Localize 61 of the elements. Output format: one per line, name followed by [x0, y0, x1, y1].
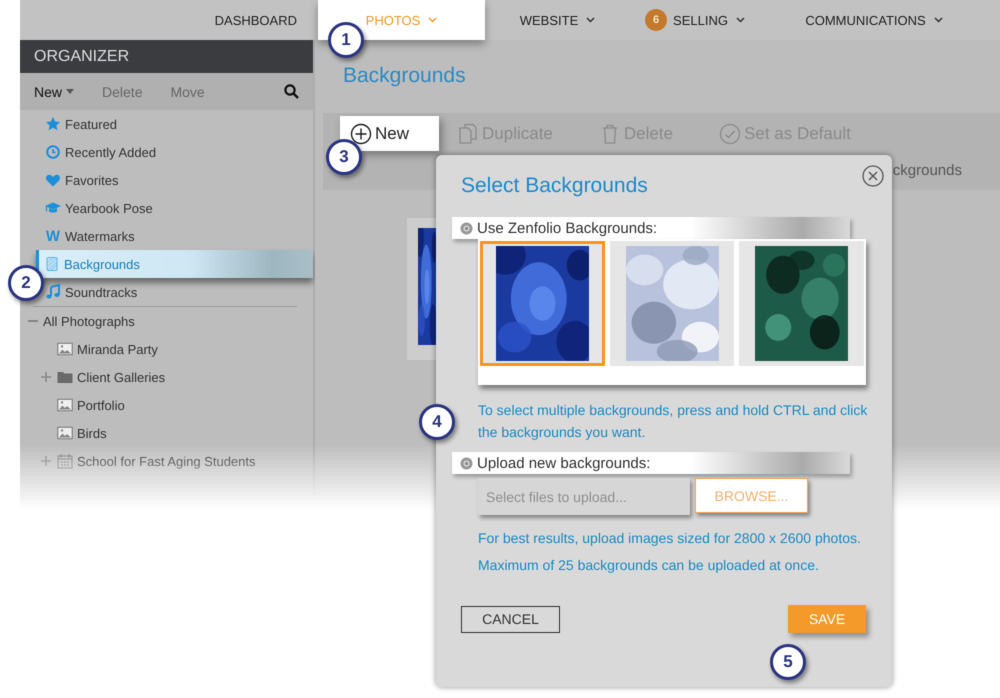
- plus-circle-icon: [350, 122, 372, 144]
- image-icon: [57, 397, 73, 413]
- nav-tab[interactable]: WEBSITE: [504, 0, 612, 40]
- sidebar-item[interactable]: Featured: [45, 110, 313, 138]
- striped-page-icon: [44, 256, 60, 272]
- tree-item[interactable]: School for Fast Aging Students: [20, 447, 313, 475]
- chevron-down-icon: [736, 17, 745, 23]
- background-tile[interactable]: [739, 241, 864, 366]
- count-badge: 6: [645, 9, 668, 31]
- star-icon: [45, 116, 61, 132]
- sidebar-item[interactable]: Favorites: [45, 166, 313, 194]
- folder-icon: [57, 369, 73, 385]
- chevron-down-icon: [934, 17, 943, 23]
- note-text: Maximum of 25 backgrounds can be uploaded at once.: [478, 556, 820, 575]
- section-header: Upload new backgrounds:: [452, 452, 850, 474]
- section-header: Use Zenfolio Backgrounds:: [452, 217, 850, 239]
- sidebar-item[interactable]: Recently Added: [45, 138, 313, 166]
- sidebar-item[interactable]: Yearbook Pose: [45, 194, 313, 222]
- calendar-icon: [57, 453, 73, 469]
- clock-icon: [45, 144, 61, 160]
- check-circle-icon: [719, 122, 742, 144]
- search-icon: [284, 84, 299, 99]
- nav-tab[interactable]: 6 SELLING: [629, 0, 761, 40]
- file-input-field[interactable]: Select files to upload...: [478, 478, 690, 515]
- chevron-down-icon: [586, 17, 596, 23]
- page-title: Backgrounds: [342, 63, 467, 89]
- note-text: For best results, upload images sized for 2800 x 2600 photos.: [478, 529, 862, 548]
- tab-label[interactable]: ckgrounds: [892, 162, 962, 179]
- panel-title: ORGANIZER: [20, 40, 313, 73]
- documents-icon: [457, 122, 480, 144]
- toolbar-link[interactable]: New: [34, 84, 74, 100]
- tree-item[interactable]: Birds: [20, 419, 313, 447]
- nav-tab[interactable]: COMMUNICATIONS: [789, 0, 959, 40]
- sidebar-item[interactable]: W Watermarks: [45, 222, 313, 250]
- hint-text: To select multiple backgrounds, press and hold CTRL and click the backgrounds you want.: [478, 401, 868, 442]
- expand-icon: [40, 371, 52, 383]
- tree-item[interactable]: Miranda Party: [20, 335, 313, 363]
- tree-item[interactable]: All Photographs: [20, 307, 313, 335]
- thumbnail-card[interactable]: [407, 218, 436, 360]
- cancel-button[interactable]: CANCEL: [461, 606, 560, 632]
- nav-tab[interactable]: DASHBOARD: [198, 0, 313, 40]
- radio-icon: [460, 456, 473, 470]
- tree-item[interactable]: Client Galleries: [20, 363, 313, 391]
- image-icon: [57, 341, 73, 357]
- chevron-down-icon: [428, 17, 438, 23]
- heart-icon: [45, 172, 61, 188]
- image-icon: [57, 425, 73, 441]
- w-icon: W: [45, 228, 61, 244]
- sidebar-item[interactable]: Backgrounds: [36, 250, 313, 278]
- sidebar-item[interactable]: Soundtracks: [45, 278, 313, 306]
- caret-icon: [66, 89, 74, 94]
- step-marker: 2: [8, 265, 44, 301]
- music-note-icon: [45, 284, 61, 300]
- background-tile[interactable]: [610, 241, 734, 366]
- background-tile[interactable]: [480, 241, 605, 366]
- dialog-title: Select Backgrounds: [461, 174, 648, 198]
- expand-icon: [40, 455, 52, 467]
- close-icon: [862, 165, 884, 187]
- toolbar-button[interactable]: New: [340, 116, 440, 151]
- radio-icon: [460, 222, 473, 234]
- tree-item[interactable]: Portfolio: [20, 391, 313, 419]
